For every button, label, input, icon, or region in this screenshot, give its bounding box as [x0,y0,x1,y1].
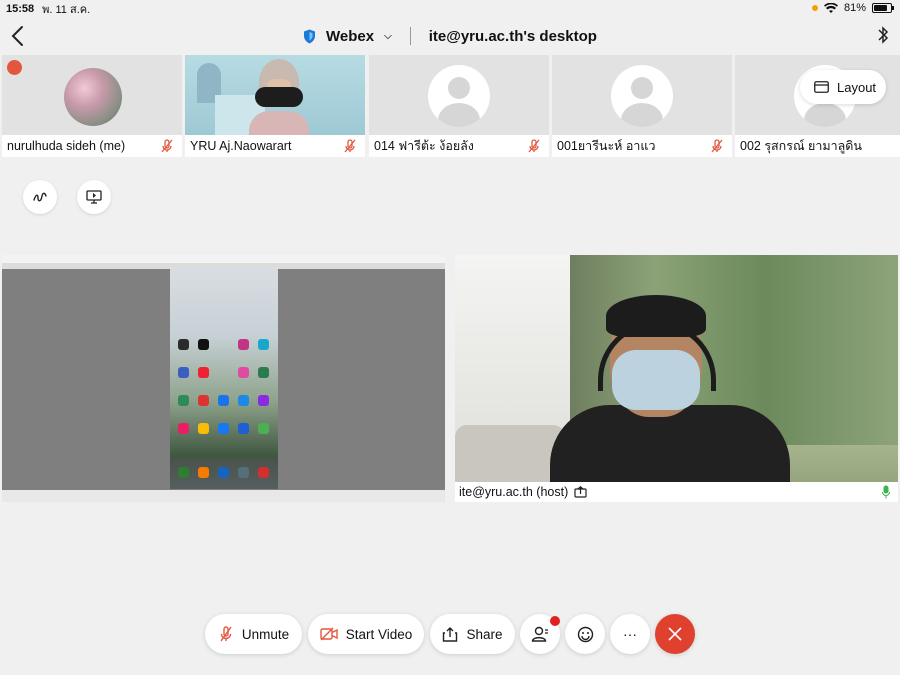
shared-screen[interactable] [2,255,445,502]
mic-off-icon [344,139,356,153]
status-date: พ. 11 ส.ค. [42,4,91,16]
more-button[interactable]: ··· [610,614,650,654]
battery-percent: 81% [843,2,866,14]
pen-squiggle-icon [33,192,47,202]
mic-off-icon [220,626,232,642]
participant-namebar: 001ยารีนะห์ อาแว [552,135,732,157]
participants-button[interactable] [520,614,560,654]
wifi-icon [823,2,838,13]
shield-icon [304,29,316,43]
status-time: 15:58 [6,3,35,15]
screen-view-button[interactable] [77,180,111,214]
start-video-label: Start Video [345,626,413,642]
battery-icon [872,3,894,13]
participant-tile[interactable]: nurulhuda sideh (me) [2,55,182,157]
mic-off-icon [711,139,723,153]
participant-name: nurulhuda sideh (me) [7,139,126,153]
participant-name: 001ยารีนะห์ อาแว [557,139,656,153]
shared-window-taskbar [2,490,445,502]
host-video[interactable]: ite@yru.ac.th (host) [455,255,898,502]
share-indicator-icon [574,486,587,498]
participant-tile[interactable]: 014 ฟารีต้ะ ง้อยลัง [369,55,549,157]
participant-name: 014 ฟารีต้ะ ง้อยลัง [374,139,474,153]
video-off-icon [320,627,338,641]
host-name: ite@yru.ac.th (host) [459,485,569,499]
participant-name: 002 รุสกรณ์ ยามาลูดิน [740,139,862,153]
participant-namebar: 002 รุสกรณ์ ยามาลูดิน [735,135,900,157]
participant-namebar: 014 ฟารีต้ะ ง้อยลัง [369,135,549,157]
share-label: Share [466,626,503,642]
avatar [611,65,673,127]
layout-label: Layout [837,79,877,95]
layout-button[interactable]: Layout [800,70,886,104]
mic-off-icon [528,139,540,153]
top-nav: Webex ⌵ ite@yru.ac.th's desktop [0,18,900,54]
avatar [64,68,122,126]
chevron-left-icon[interactable] [8,24,28,48]
layout-icon [814,81,829,93]
mic-active-icon [882,485,890,499]
participant-namebar: YRU Aj.Naowarart [185,135,365,157]
host-namebar: ite@yru.ac.th (host) [455,482,898,502]
nav-divider [409,27,411,45]
participant-tile[interactable]: 001ยารีนะห์ อาแว [552,55,732,157]
people-icon [531,626,548,642]
bluetooth-icon[interactable] [876,24,890,46]
chevron-down-icon[interactable]: ⌵ [384,31,392,42]
participant-video [185,55,365,137]
annotate-button[interactable] [23,180,57,214]
participant-strip: nurulhuda sideh (me) YRU Aj.Naowarart 01… [0,55,900,157]
status-bar: 15:58 พ. 11 ส.ค. 81% [0,0,900,18]
status-right: 81% [811,2,894,14]
close-icon [668,627,682,641]
mic-off-icon [161,139,173,153]
share-icon [443,626,458,642]
meeting-title: ite@yru.ac.th's desktop [428,27,597,45]
avatar [428,65,490,127]
orange-dot-icon [811,5,818,11]
shared-window-titlebar [2,255,445,263]
share-button[interactable]: Share [430,614,515,654]
participant-name: YRU Aj.Naowarart [190,139,292,153]
participant-tile[interactable]: YRU Aj.Naowarart [185,55,365,157]
end-call-button[interactable] [655,614,695,654]
screen-share-icon [86,190,102,204]
host-person [550,295,790,502]
unmute-button[interactable]: Unmute [205,614,302,654]
more-label: ··· [623,626,637,642]
meeting-controls: Unmute Start Video Share ··· [0,614,900,656]
phone-dock [170,459,278,489]
mic-off-badge-icon [7,60,22,75]
reactions-button[interactable] [565,614,605,654]
notification-dot [550,616,560,626]
unmute-label: Unmute [241,626,290,642]
nav-center: Webex ⌵ ite@yru.ac.th's desktop [303,27,597,45]
participant-namebar: nurulhuda sideh (me) [2,135,182,157]
app-name[interactable]: Webex [326,28,374,45]
start-video-button[interactable]: Start Video [308,614,424,654]
emoji-icon [577,626,593,642]
phone-mirror [170,269,278,489]
